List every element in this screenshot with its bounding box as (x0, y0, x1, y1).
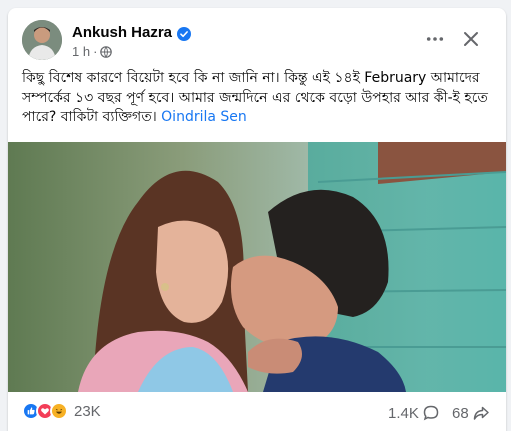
shares-count[interactable]: 68 (452, 404, 490, 422)
comment-icon (422, 404, 440, 422)
author-name[interactable]: Ankush Hazra (72, 24, 172, 41)
globe-icon[interactable] (100, 45, 113, 58)
post-photo[interactable] (8, 142, 506, 392)
post-card: Ankush Hazra 1 h · কিছু বিশেষ কারণে বিয়… (8, 8, 506, 431)
shares-count-label: 68 (452, 404, 469, 422)
more-options-icon (426, 37, 444, 41)
author-row: Ankush Hazra (72, 24, 192, 41)
haha-reaction-icon (50, 402, 68, 420)
post-header: Ankush Hazra 1 h · (8, 8, 506, 68)
post-body: কিছু বিশেষ কারণে বিয়েটা হবে কি না জানি … (22, 70, 488, 125)
post-text: কিছু বিশেষ কারণে বিয়েটা হবে কি না জানি … (22, 69, 498, 128)
verified-badge-icon (177, 26, 192, 41)
reactions-count[interactable]: 23K (74, 403, 101, 420)
post-footer: 23K 1.4K 68 (8, 392, 506, 431)
share-icon (472, 404, 490, 422)
avatar[interactable] (22, 20, 62, 60)
meta-separator: · (93, 44, 98, 59)
post-meta: 1 h · (72, 44, 113, 59)
close-icon (464, 32, 478, 46)
timestamp[interactable]: 1 h (72, 44, 90, 59)
comments-count-label: 1.4K (388, 404, 419, 422)
comments-count[interactable]: 1.4K (388, 404, 440, 422)
more-options-button[interactable] (420, 26, 450, 52)
reactions-summary[interactable]: 23K (22, 402, 101, 420)
close-button[interactable] (456, 26, 486, 52)
tagged-user-link[interactable]: Oindrila Sen (161, 109, 247, 125)
